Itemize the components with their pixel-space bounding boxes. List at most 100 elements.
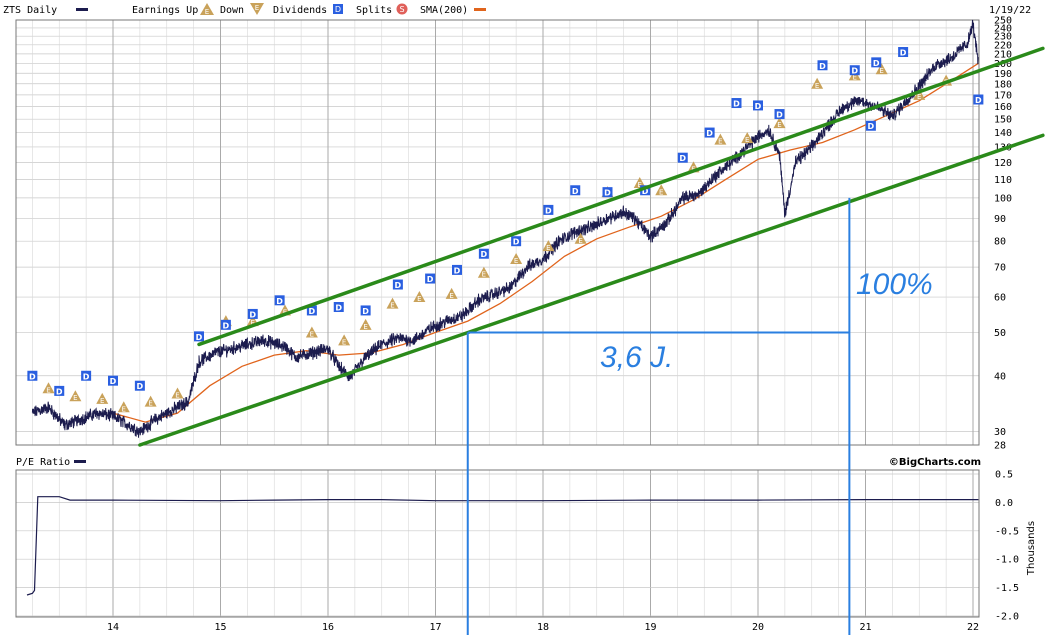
earnings-marker: E [144, 395, 157, 408]
dividend-marker-glyph: D [572, 187, 579, 196]
earnings-up-legend-glyph: E [205, 8, 209, 16]
sma-legend-swatch [474, 8, 486, 11]
dividend-marker-glyph: D [249, 310, 256, 319]
earnings-marker-glyph: E [310, 330, 314, 338]
dividend-marker-glyph: D [755, 102, 762, 111]
year-tick-label: 21 [859, 622, 871, 633]
duration-annotation: 3,6 J. [600, 341, 673, 374]
pe-ratio-label: P/E Ratio [16, 457, 70, 468]
pe-axis-unit-label: Thousands [1026, 521, 1037, 576]
pe-panel-grid [16, 470, 979, 617]
dividend-marker: D [108, 375, 118, 386]
price-tick-label: 140 [994, 128, 1012, 139]
split-legend-icon: S [396, 3, 408, 15]
earnings-marker-glyph: E [546, 244, 550, 252]
dividend-marker-glyph: D [335, 304, 342, 313]
earnings-marker: E [171, 387, 184, 400]
dividend-marker-glyph: D [604, 189, 611, 198]
dividend-marker-glyph: D [706, 129, 713, 138]
earnings-up-legend-icon: E [200, 3, 214, 16]
dividend-marker: D [27, 370, 38, 381]
dividend-marker-glyph: D [196, 333, 203, 342]
earnings-marker-glyph: E [718, 138, 722, 146]
price-tick-label: 70 [994, 263, 1006, 274]
price-tick-label: 110 [994, 175, 1012, 186]
channel-annotation [466, 197, 851, 635]
dividend-marker: D [333, 302, 344, 313]
event-markers: EEEEEEEEEEEEEEEEEEEEEEEEEEEEEEEDDDDDDDDD… [27, 47, 984, 413]
dividend-marker: D [247, 308, 258, 319]
dividend-marker-glyph: D [819, 62, 826, 71]
earnings-up-label: Earnings Up [132, 5, 198, 16]
dividend-marker-glyph: D [900, 49, 907, 58]
gain-annotation: 100% [856, 268, 933, 301]
dividend-marker-glyph: D [110, 377, 117, 386]
dividend-marker: D [602, 187, 613, 198]
pe-panel-frame [15, 469, 980, 618]
earnings-marker: E [69, 390, 82, 402]
earnings-marker: E [477, 266, 490, 279]
dividend-marker-glyph: D [395, 281, 402, 290]
dividend-marker-glyph: D [868, 122, 875, 131]
earnings-marker-glyph: E [449, 292, 453, 300]
dividend-marker-glyph: D [427, 275, 434, 284]
price-tick-label: 170 [994, 90, 1012, 101]
dividend-marker: D [774, 109, 785, 120]
earnings-marker-glyph: E [578, 237, 582, 245]
dividend-marker: D [511, 236, 522, 247]
pe-tick-label: -1.5 [995, 583, 1019, 594]
earnings-marker-glyph: E [745, 136, 749, 144]
chart-date: 1/19/22 [989, 5, 1031, 16]
dividend-marker-glyph: D [454, 266, 461, 275]
dividend-marker: D [543, 204, 554, 215]
price-tick-label: 60 [994, 293, 1006, 304]
year-axis-labels: 14 15 16 17 18 19 20 21 22 [107, 622, 979, 633]
dividend-legend-glyph: D [335, 5, 341, 14]
dividend-marker-glyph: D [137, 382, 144, 391]
earnings-marker-glyph: E [659, 188, 663, 196]
pe-legend-swatch [74, 460, 86, 463]
dividend-marker: D [871, 57, 882, 68]
year-tick-label: 22 [967, 622, 979, 633]
year-tick-label: 18 [537, 622, 549, 633]
earnings-marker: E [386, 297, 399, 310]
earnings-marker: E [359, 318, 372, 331]
dividend-marker: D [478, 248, 489, 259]
price-series [31, 19, 979, 438]
dividend-marker-glyph: D [83, 372, 90, 381]
price-legend-swatch [76, 8, 88, 11]
dividend-marker: D [849, 65, 860, 76]
price-tick-label: 50 [994, 328, 1006, 339]
dividend-marker-glyph: D [309, 307, 316, 316]
price-tick-label: 180 [994, 79, 1012, 90]
pe-tick-label: 0.0 [995, 498, 1013, 509]
dividend-marker-glyph: D [776, 111, 783, 120]
earnings-marker-glyph: E [46, 386, 50, 394]
earnings-marker: E [96, 392, 109, 405]
price-tick-label: 120 [994, 158, 1012, 169]
pe-tick-label: -0.5 [995, 526, 1019, 537]
earnings-down-legend-glyph: E [255, 4, 259, 12]
price-panel-grid [16, 19, 979, 446]
price-tick-label: 190 [994, 69, 1012, 80]
dividend-marker: D [425, 273, 436, 284]
earnings-marker-glyph: E [390, 302, 394, 310]
price-tick-label: 150 [994, 115, 1012, 126]
dividend-marker: D [753, 100, 763, 111]
dividend-marker: D [865, 120, 876, 131]
earnings-marker-glyph: E [363, 323, 367, 331]
bigcharts-credit: ©BigCharts.com [889, 457, 981, 468]
price-tick-label: 160 [994, 102, 1012, 113]
price-tick-label: 30 [994, 427, 1006, 438]
earnings-marker-glyph: E [879, 67, 883, 75]
dividend-marker: D [220, 319, 231, 330]
dividend-marker: D [194, 331, 204, 342]
dividend-marker-glyph: D [362, 307, 369, 316]
sma-label: SMA(200) [420, 5, 468, 16]
earnings-marker-glyph: E [815, 82, 819, 90]
earnings-marker-glyph: E [73, 394, 77, 402]
price-tick-label: 100 [994, 193, 1012, 204]
dividend-marker: D [452, 264, 462, 275]
year-tick-label: 16 [322, 622, 334, 633]
dividend-marker-glyph: D [56, 387, 63, 396]
